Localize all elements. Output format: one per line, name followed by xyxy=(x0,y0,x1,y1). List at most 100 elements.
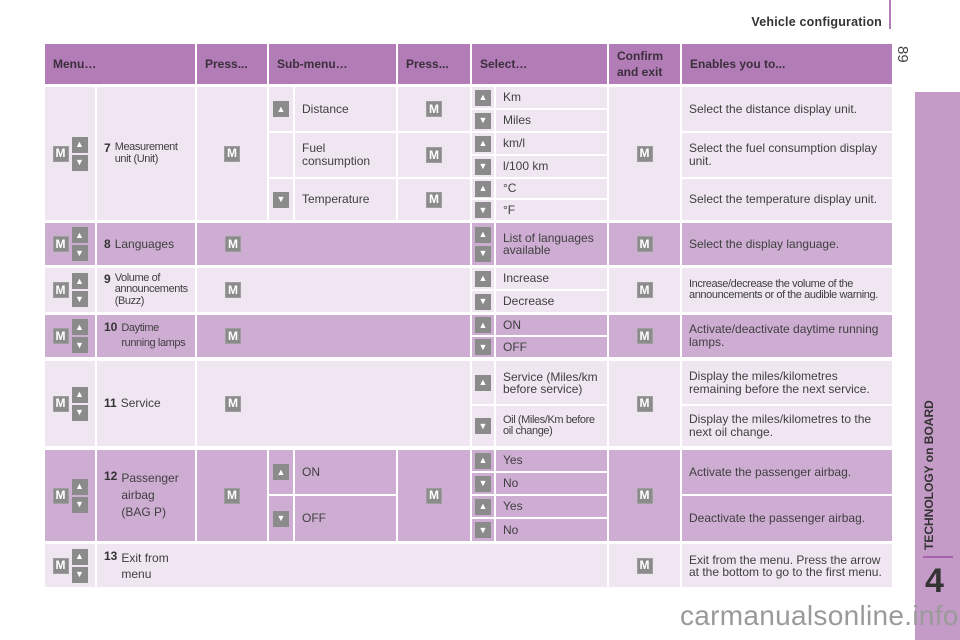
option-off[interactable]: OFF xyxy=(496,337,607,357)
up-arrow-icon[interactable]: ▲ xyxy=(273,464,289,480)
m-button-icon[interactable]: M xyxy=(52,145,69,162)
option-fahrenheit[interactable]: °F xyxy=(496,200,607,220)
option-no[interactable]: No xyxy=(496,519,607,541)
submenu-arrow-cell: ▼ xyxy=(269,496,293,541)
m-button-icon[interactable]: M xyxy=(426,191,442,208)
option-celsius[interactable]: °C xyxy=(496,179,607,198)
up-arrow-icon[interactable]: ▲ xyxy=(475,452,491,469)
menu-item-8: 8 Languages xyxy=(97,223,195,265)
m-button-icon[interactable]: M xyxy=(52,487,69,504)
up-arrow-icon[interactable]: ▲ xyxy=(475,180,491,197)
down-arrow-icon[interactable]: ▼ xyxy=(71,154,88,171)
up-arrow-icon[interactable]: ▲ xyxy=(475,317,491,333)
down-arrow-icon[interactable]: ▼ xyxy=(475,245,491,262)
option-oil[interactable]: Oil (Miles/Km before oil change) xyxy=(496,406,607,446)
down-arrow-icon[interactable]: ▼ xyxy=(273,191,289,208)
option-arrow-cell: ▼ xyxy=(472,519,494,541)
m-button-icon[interactable]: M xyxy=(225,395,241,412)
submenu-arrow-cell: ▼ xyxy=(269,179,293,220)
m-button-icon[interactable]: M xyxy=(636,145,653,162)
header-select: Select… xyxy=(472,44,607,84)
m-button-icon[interactable]: M xyxy=(636,557,653,574)
up-arrow-icon[interactable]: ▲ xyxy=(71,136,88,153)
down-arrow-icon[interactable]: ▼ xyxy=(71,496,88,513)
up-arrow-icon[interactable]: ▲ xyxy=(475,226,491,243)
up-arrow-icon[interactable]: ▲ xyxy=(475,374,491,391)
option-no[interactable]: No xyxy=(496,473,607,494)
down-arrow-icon[interactable]: ▼ xyxy=(475,202,491,218)
option-arrow-cell: ▲ xyxy=(472,179,494,198)
m-button-icon[interactable]: M xyxy=(52,236,69,252)
m-button-icon[interactable]: M xyxy=(52,282,69,298)
up-arrow-icon[interactable]: ▲ xyxy=(475,135,491,152)
m-button-icon[interactable]: M xyxy=(52,328,69,344)
m-button-icon[interactable]: M xyxy=(636,282,653,298)
up-arrow-icon[interactable]: ▲ xyxy=(273,101,289,117)
up-arrow-icon[interactable]: ▲ xyxy=(475,89,491,106)
option-km-per-l[interactable]: km/l xyxy=(496,133,607,154)
m-button-icon[interactable]: M xyxy=(426,487,442,504)
down-arrow-icon[interactable]: ▼ xyxy=(475,339,491,355)
m-button-icon[interactable]: M xyxy=(224,145,240,162)
option-arrow-cell: ▲ xyxy=(472,496,494,517)
menu-number: 9 xyxy=(104,271,111,286)
option-yes[interactable]: Yes xyxy=(496,496,607,517)
section-title: Vehicle configuration xyxy=(751,15,882,29)
down-arrow-icon[interactable]: ▼ xyxy=(475,522,491,538)
up-arrow-icon[interactable]: ▲ xyxy=(71,227,88,243)
up-arrow-icon[interactable]: ▲ xyxy=(71,478,88,495)
option-language-list[interactable]: List of languages available xyxy=(496,223,607,265)
up-arrow-icon[interactable]: ▲ xyxy=(475,498,491,515)
option-on[interactable]: ON xyxy=(496,315,607,335)
press-cell: M xyxy=(197,361,470,446)
option-l-per-100km[interactable]: l/100 km xyxy=(496,156,607,177)
option-arrow-cell: ▲ xyxy=(472,268,494,289)
watermark: carmanualsonline.info xyxy=(680,600,959,631)
option-miles[interactable]: Miles xyxy=(496,110,607,131)
m-button-icon[interactable]: M xyxy=(52,557,69,574)
down-arrow-icon[interactable]: ▼ xyxy=(71,404,88,421)
m-button-icon[interactable]: M xyxy=(225,328,241,344)
down-arrow-icon[interactable]: ▼ xyxy=(273,510,289,527)
option-yes[interactable]: Yes xyxy=(496,450,607,471)
option-increase[interactable]: Increase xyxy=(496,268,607,289)
m-button-icon[interactable]: M xyxy=(636,236,653,252)
menu-item-11: 11 Service xyxy=(97,361,195,446)
m-button-icon[interactable]: M xyxy=(426,147,442,163)
up-arrow-icon[interactable]: ▲ xyxy=(71,273,88,289)
m-button-icon[interactable]: M xyxy=(225,236,241,252)
up-arrow-icon[interactable]: ▲ xyxy=(71,319,88,335)
down-arrow-icon[interactable]: ▼ xyxy=(475,475,491,492)
option-decrease[interactable]: Decrease xyxy=(496,291,607,312)
option-km[interactable]: Km xyxy=(496,87,607,108)
m-button-icon[interactable]: M xyxy=(224,487,240,504)
down-arrow-icon[interactable]: ▼ xyxy=(475,293,491,310)
description: Increase/decrease the volume of the anno… xyxy=(682,268,892,312)
option-arrow-cell: ▼ xyxy=(472,337,494,357)
header-press-2: Press... xyxy=(398,44,470,84)
m-button-icon[interactable]: M xyxy=(636,395,653,412)
down-arrow-icon[interactable]: ▼ xyxy=(475,112,491,129)
up-arrow-icon[interactable]: ▲ xyxy=(71,548,88,565)
down-arrow-icon[interactable]: ▼ xyxy=(71,566,88,583)
down-arrow-icon[interactable]: ▼ xyxy=(475,158,491,175)
menu-number: 12 xyxy=(104,469,118,483)
m-button-icon[interactable]: M xyxy=(636,487,653,504)
m-button-icon[interactable]: M xyxy=(52,395,69,412)
down-arrow-icon[interactable]: ▼ xyxy=(475,418,491,434)
down-arrow-icon[interactable]: ▼ xyxy=(71,291,88,307)
menu-label: Exit from menu xyxy=(121,550,169,581)
up-arrow-icon[interactable]: ▲ xyxy=(475,270,491,287)
submenu-off: OFF xyxy=(295,496,396,541)
press-cell: M xyxy=(398,87,470,131)
option-arrow-cell: ▲ xyxy=(472,361,494,404)
option-service[interactable]: Service (Miles/km before service) xyxy=(496,361,607,404)
m-button-icon[interactable]: M xyxy=(426,101,442,117)
header-enables: Enables you to... xyxy=(682,44,892,84)
m-button-icon[interactable]: M xyxy=(225,282,241,298)
up-arrow-icon[interactable]: ▲ xyxy=(71,386,88,403)
down-arrow-icon[interactable]: ▼ xyxy=(71,245,88,261)
option-arrow-cell: ▲ xyxy=(472,450,494,471)
down-arrow-icon[interactable]: ▼ xyxy=(71,337,88,353)
m-button-icon[interactable]: M xyxy=(636,328,653,344)
